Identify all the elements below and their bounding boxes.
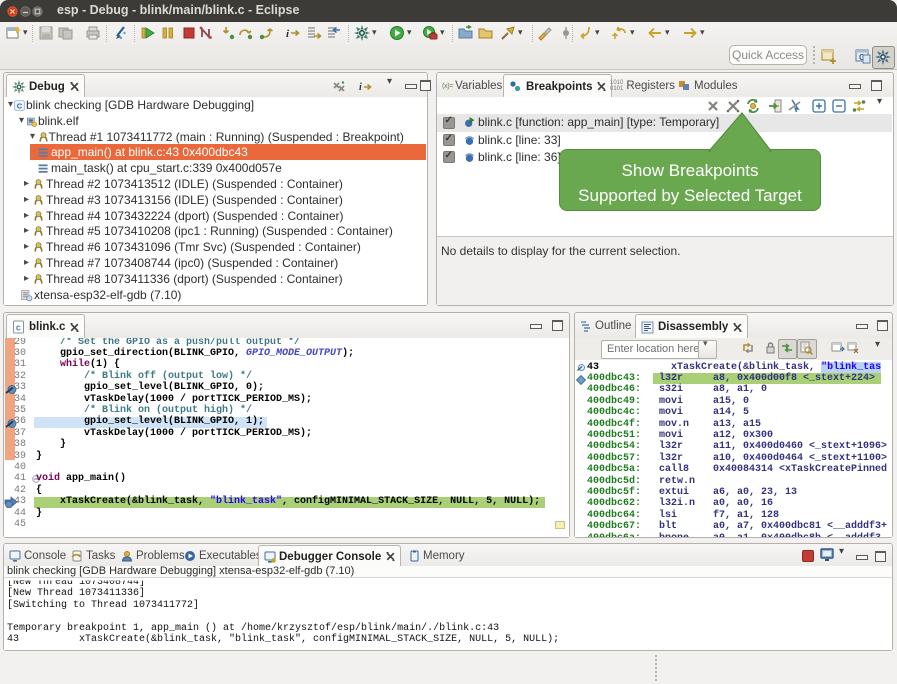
svg-text:C: C [17, 101, 23, 110]
svg-text:i: i [286, 28, 290, 40]
svg-text:i: i [359, 82, 362, 93]
svg-text:c: c [16, 324, 21, 334]
